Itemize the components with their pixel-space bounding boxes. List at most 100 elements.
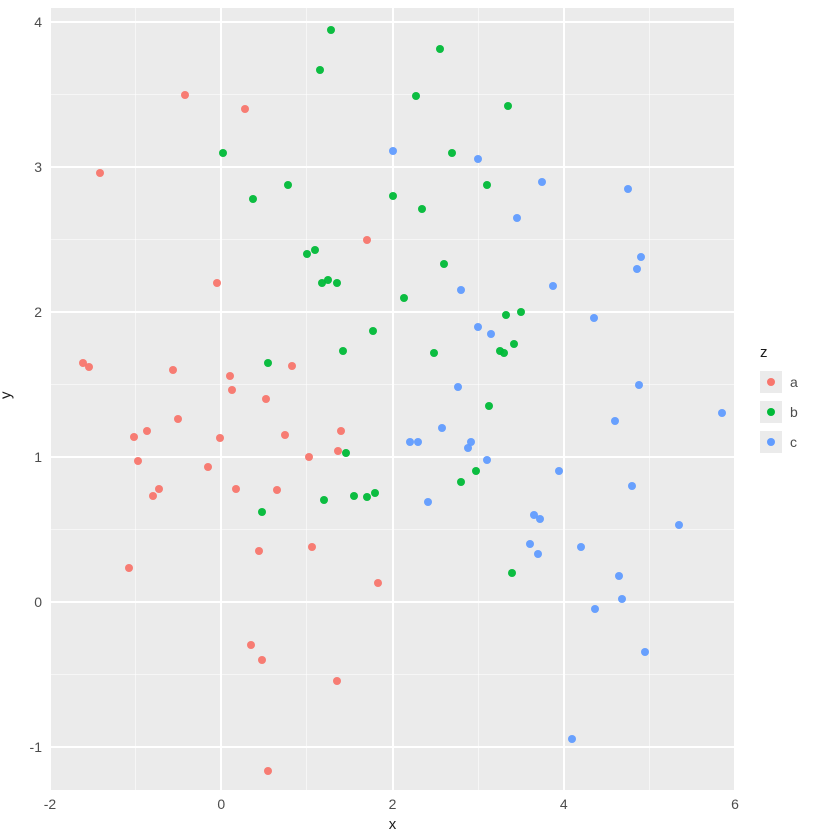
data-point — [369, 327, 377, 335]
data-point — [371, 489, 379, 497]
data-point — [472, 467, 480, 475]
data-point — [324, 276, 332, 284]
data-point — [288, 362, 296, 370]
legend-dot-icon — [767, 408, 775, 416]
data-point — [418, 205, 426, 213]
y-tick-label: 0 — [34, 594, 42, 610]
data-point — [281, 431, 289, 439]
data-point — [249, 195, 257, 203]
data-point — [591, 605, 599, 613]
data-point — [436, 45, 444, 53]
data-point — [513, 214, 521, 222]
data-point — [262, 395, 270, 403]
legend-item: c — [760, 431, 798, 453]
data-point — [333, 279, 341, 287]
x-tick-label: -2 — [44, 796, 56, 812]
data-point — [342, 449, 350, 457]
legend-key — [760, 431, 782, 453]
legend-item: a — [760, 371, 798, 393]
data-point — [226, 372, 234, 380]
data-point — [258, 656, 266, 664]
data-point — [635, 381, 643, 389]
data-point — [149, 492, 157, 500]
data-point — [337, 427, 345, 435]
data-point — [241, 105, 249, 113]
legend-label: a — [790, 374, 798, 390]
data-point — [487, 330, 495, 338]
x-tick-label: 0 — [217, 796, 225, 812]
scatter-chart: x y z abc -20246-101234 — [0, 0, 840, 840]
grid-h-major — [50, 601, 735, 603]
data-point — [448, 149, 456, 157]
legend-dot-icon — [767, 438, 775, 446]
data-point — [305, 453, 313, 461]
data-point — [568, 735, 576, 743]
data-point — [363, 493, 371, 501]
data-point — [125, 564, 133, 572]
data-point — [615, 572, 623, 580]
data-point — [624, 185, 632, 193]
grid-v-major — [49, 8, 51, 790]
data-point — [485, 402, 493, 410]
data-point — [457, 478, 465, 486]
data-point — [389, 147, 397, 155]
data-point — [510, 340, 518, 348]
grid-v-major — [734, 8, 736, 790]
data-point — [474, 155, 482, 163]
y-tick-label: 1 — [34, 449, 42, 465]
data-point — [363, 236, 371, 244]
data-point — [181, 91, 189, 99]
data-point — [389, 192, 397, 200]
data-point — [130, 433, 138, 441]
y-axis-title: y — [0, 392, 15, 400]
data-point — [549, 282, 557, 290]
data-point — [400, 294, 408, 302]
data-point — [474, 323, 482, 331]
data-point — [258, 508, 266, 516]
grid-h-major — [50, 746, 735, 748]
grid-v-major — [392, 8, 394, 790]
data-point — [502, 311, 510, 319]
data-point — [216, 434, 224, 442]
data-point — [350, 492, 358, 500]
data-point — [504, 102, 512, 110]
grid-h-major — [50, 21, 735, 23]
data-point — [534, 550, 542, 558]
data-point — [675, 521, 683, 529]
data-point — [536, 515, 544, 523]
data-point — [538, 178, 546, 186]
legend: z abc — [760, 344, 798, 461]
data-point — [308, 543, 316, 551]
grid-v-major — [563, 8, 565, 790]
data-point — [247, 641, 255, 649]
data-point — [169, 366, 177, 374]
data-point — [406, 438, 414, 446]
grid-h-major — [50, 166, 735, 168]
data-point — [174, 415, 182, 423]
data-point — [526, 540, 534, 548]
data-point — [517, 308, 525, 316]
data-point — [483, 181, 491, 189]
grid-v-major — [220, 8, 222, 790]
data-point — [618, 595, 626, 603]
data-point — [718, 409, 726, 417]
data-point — [134, 457, 142, 465]
data-point — [232, 485, 240, 493]
y-tick-label: 3 — [34, 159, 42, 175]
data-point — [327, 26, 335, 34]
x-tick-label: 4 — [560, 796, 568, 812]
data-point — [219, 149, 227, 157]
data-point — [316, 66, 324, 74]
data-point — [457, 286, 465, 294]
legend-label: c — [790, 434, 797, 450]
data-point — [339, 347, 347, 355]
data-point — [637, 253, 645, 261]
data-point — [143, 427, 151, 435]
data-point — [438, 424, 446, 432]
y-tick-label: -1 — [30, 739, 42, 755]
data-point — [334, 447, 342, 455]
data-point — [333, 677, 341, 685]
x-axis-title: x — [389, 816, 397, 833]
grid-h-major — [50, 456, 735, 458]
data-point — [320, 496, 328, 504]
